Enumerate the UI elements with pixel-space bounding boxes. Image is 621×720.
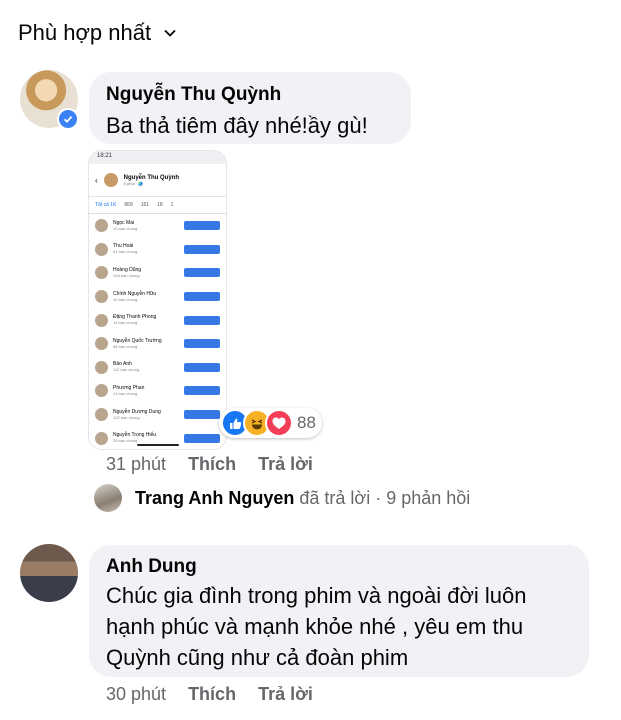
- screenshot-title: Nguyễn Thu Quỳnh: [123, 174, 180, 181]
- sort-dropdown[interactable]: Phù hợp nhất: [18, 20, 177, 46]
- comment-bubble: Anh Dung Chúc gia đình trong phim và ngo…: [89, 545, 589, 677]
- message-button: [184, 244, 220, 254]
- avatar: [95, 290, 108, 304]
- list-item: Chính Nguyễn Hữu 40 bạn chung: [89, 284, 226, 309]
- list-item: Bảo Anh 112 bạn chung: [89, 355, 226, 380]
- screenshot-subtitle: 8 phút · 🌏: [123, 180, 144, 186]
- mutual-friends: 40 bạn chung: [113, 296, 138, 302]
- separator-dot: ·: [375, 488, 382, 508]
- mutual-friends: 102 bạn chung: [113, 414, 140, 420]
- avatar: [95, 266, 108, 280]
- avatar: [94, 484, 122, 512]
- tab-all: Tất cả 1K: [95, 202, 117, 208]
- avatar: [103, 173, 118, 187]
- list-item: Nguyễn Quốc Trường 84 bạn chung: [89, 331, 226, 356]
- tab-wow: 1: [170, 202, 174, 208]
- list-item: Hoàng Dũng 248 bạn chung: [89, 261, 226, 285]
- tab-like: 869: [124, 202, 133, 208]
- like-button[interactable]: Thích: [188, 684, 236, 705]
- mutual-friends: 14 bạn chung: [113, 320, 138, 326]
- comment-text-line: Quỳnh cũng như cả đoàn phim: [106, 645, 409, 670]
- comment-text-line: Chúc gia đình trong phim và ngoài đời lu…: [106, 583, 527, 608]
- avatar[interactable]: [20, 544, 78, 602]
- mutual-friends: 248 bạn chung: [113, 272, 140, 278]
- view-replies-link[interactable]: Trang Anh Nguyen đã trả lời · 9 phản hồi: [135, 488, 470, 509]
- mutual-friends: 81 bạn chung: [113, 249, 138, 255]
- home-indicator: [137, 444, 179, 446]
- mutual-friends: 10 bạn chung: [113, 225, 138, 231]
- sort-label: Phù hợp nhất: [18, 20, 152, 45]
- tab-haha: 18: [157, 202, 163, 208]
- avatar: [95, 219, 108, 233]
- comment-actions: 30 phút Thích Trả lời: [106, 684, 313, 705]
- reaction-count: 88: [297, 413, 316, 432]
- reply-action-text: đã trả lời: [299, 488, 371, 508]
- mutual-friends: 112 bạn chung: [113, 367, 140, 373]
- comment-author[interactable]: Nguyễn Thu Quỳnh: [106, 84, 281, 106]
- like-button[interactable]: Thích: [188, 454, 236, 475]
- list-item: Nguyễn Trọng Hiếu 26 bạn chung: [89, 426, 226, 449]
- message-button: [184, 268, 220, 278]
- message-button: [184, 315, 220, 325]
- tab-love: 161: [140, 202, 150, 208]
- reply-author: Trang Anh Nguyen: [135, 488, 295, 508]
- comment-text: Ba thả tiêm đây nhé!ầy gù!: [106, 113, 368, 138]
- list-item: Nguyễn Dương Dung 102 bạn chung: [89, 402, 226, 427]
- avatar: [95, 431, 108, 445]
- status-bar-time: 18:21: [89, 151, 226, 164]
- comment-text: Chúc gia đình trong phim và ngoài đời lu…: [106, 580, 526, 673]
- list-item: Ngọc Mai 10 bạn chung: [89, 214, 226, 238]
- mutual-friends: 24 bạn chung: [113, 390, 138, 396]
- reply-button[interactable]: Trả lời: [258, 454, 313, 475]
- avatar: [95, 360, 108, 374]
- message-button: [184, 292, 220, 302]
- message-button: [184, 433, 220, 443]
- back-icon: ‹: [95, 175, 98, 185]
- comment-time[interactable]: 30 phút: [106, 684, 166, 705]
- reply-count: 9 phản hồi: [386, 488, 471, 508]
- message-button: [184, 339, 220, 349]
- list-item: Phương Phan 24 bạn chung: [89, 379, 226, 403]
- avatar: [95, 337, 108, 351]
- list-item: Đặng Thanh Phong 14 bạn chung: [89, 308, 226, 332]
- avatar: [95, 408, 108, 422]
- message-button: [184, 362, 220, 372]
- list-item: Thu Hoài 81 bạn chung: [89, 237, 226, 262]
- comment-actions: 31 phút Thích Trả lời: [106, 454, 313, 475]
- avatar: [95, 242, 108, 256]
- message-button: [184, 221, 220, 231]
- mutual-friends: 84 bạn chung: [113, 343, 138, 349]
- comment-author[interactable]: Anh Dung: [106, 556, 197, 578]
- chevron-down-icon: [164, 29, 176, 37]
- comment-time[interactable]: 31 phút: [106, 454, 166, 475]
- reaction-summary[interactable]: 88: [219, 408, 322, 438]
- care-icon: [265, 409, 293, 437]
- reply-button[interactable]: Trả lời: [258, 684, 313, 705]
- avatar: [95, 313, 108, 327]
- comment-text-line: hạnh phúc và mạnh khỏe nhé , yêu em thu: [106, 614, 524, 639]
- avatar: [95, 384, 108, 398]
- message-button: [184, 386, 220, 396]
- comment-bubble: Nguyễn Thu Quỳnh Ba thả tiêm đây nhé!ầy …: [89, 72, 411, 144]
- message-button: [184, 410, 220, 420]
- comment-image[interactable]: 18:21 ‹ Nguyễn Thu Quỳnh 8 phút · 🌏 Tất …: [88, 150, 227, 450]
- verified-badge-icon: [57, 108, 79, 130]
